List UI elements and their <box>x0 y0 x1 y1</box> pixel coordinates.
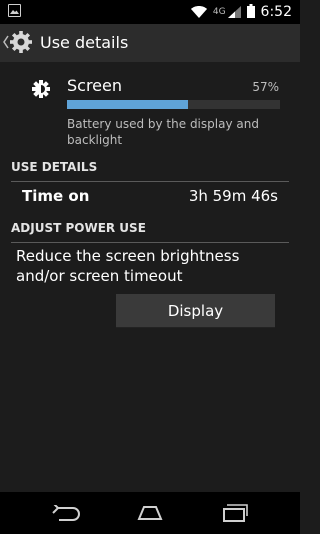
usage-progress-bar <box>67 100 280 109</box>
usage-progress-fill <box>67 100 189 109</box>
status-bar: 4G 6:52 <box>0 0 300 24</box>
use-details-header: USE DETAILS <box>11 160 289 182</box>
home-icon[interactable] <box>120 492 180 534</box>
app-name: Screen <box>67 76 123 95</box>
power-suggestion: Reduce the screen brightness and/or scre… <box>16 247 240 285</box>
image-notification-icon <box>8 4 21 17</box>
time-on-value: 3h 59m 46s <box>188 187 278 205</box>
action-bar: Use details <box>0 24 300 62</box>
page-title: Use details <box>40 33 129 52</box>
navigation-bar <box>0 492 300 534</box>
battery-icon <box>246 3 255 22</box>
clock: 6:52 <box>260 4 292 20</box>
back-icon[interactable] <box>36 492 96 534</box>
time-on-label: Time on <box>22 187 90 205</box>
signal-icon <box>227 3 241 22</box>
network-type: 4G <box>212 7 226 17</box>
settings-gear-icon[interactable] <box>9 30 33 58</box>
brightness-icon <box>32 80 50 102</box>
adjust-power-header: ADJUST POWER USE <box>11 221 289 243</box>
usage-percent: 57% <box>252 80 279 94</box>
app-description: Battery used by the display and backligh… <box>67 117 259 147</box>
recent-apps-icon[interactable] <box>204 492 264 534</box>
app-usage-row: Screen 57% Battery used by the display a… <box>0 66 300 154</box>
display-button[interactable]: Display <box>116 294 275 328</box>
time-on-row: Time on 3h 59m 46s <box>22 187 278 209</box>
wifi-icon <box>190 3 207 22</box>
